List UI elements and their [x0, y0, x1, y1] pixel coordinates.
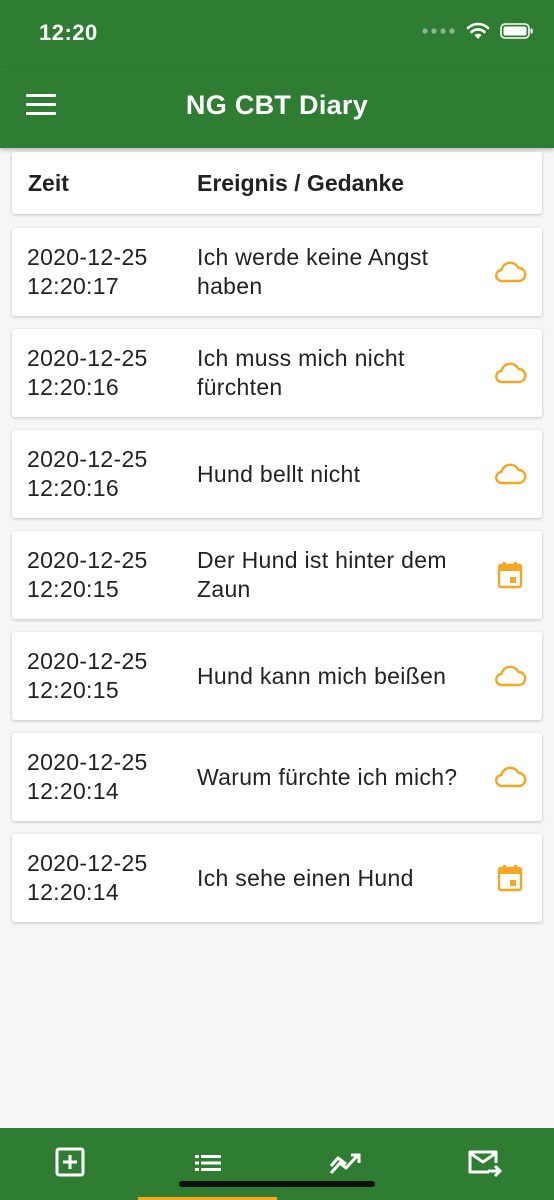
entry-text: Warum fürchte ich mich? — [197, 763, 458, 790]
entry-date: 2020-12-25 — [27, 446, 148, 472]
signal-icon — [422, 28, 455, 34]
entry-row[interactable]: 2020-12-25 12:20:17 Ich werde keine Angs… — [12, 228, 542, 316]
add-box-icon[interactable] — [50, 1146, 90, 1180]
app-title: NG CBT Diary — [185, 90, 369, 120]
entry-time: 12:20:15 — [27, 677, 119, 703]
entry-time: 12:20:16 — [27, 475, 119, 501]
calendar-icon — [497, 562, 523, 589]
status-time: 12:20 — [39, 20, 98, 45]
entry-datetime: 2020-12-25 12:20:16 — [27, 430, 148, 518]
entry-date: 2020-12-25 — [27, 244, 148, 270]
forward-mail-icon[interactable] — [464, 1146, 504, 1180]
entry-time: 12:20:15 — [27, 576, 119, 602]
entry-text: Ich sehe einen Hund — [197, 864, 414, 891]
entry-datetime: 2020-12-25 12:20:17 — [27, 228, 148, 316]
entry-row[interactable]: 2020-12-25 12:20:14 Ich sehe einen Hund — [12, 834, 542, 922]
cloud-icon — [495, 261, 527, 283]
entry-text: Der Hund ist hinter dem Zaun — [197, 547, 447, 602]
column-header-event: Ereignis / Gedanke — [197, 170, 405, 196]
entry-row[interactable]: 2020-12-25 12:20:16 Ich muss mich nicht … — [12, 329, 542, 417]
entry-time: 12:20:17 — [27, 273, 119, 299]
cloud-icon — [495, 362, 527, 384]
status-icons — [422, 22, 534, 40]
entry-datetime: 2020-12-25 12:20:16 — [27, 329, 148, 417]
entries-list: 2020-12-25 12:20:17 Ich werde keine Angs… — [12, 228, 542, 935]
entry-datetime: 2020-12-25 12:20:15 — [27, 531, 148, 619]
entry-datetime: 2020-12-25 12:20:14 — [27, 834, 148, 922]
trending-icon[interactable] — [326, 1146, 366, 1180]
entry-row[interactable]: 2020-12-25 12:20:14 Warum fürchte ich mi… — [12, 733, 542, 821]
entry-text: Ich muss mich nicht fürchten — [197, 345, 405, 400]
entry-date: 2020-12-25 — [27, 345, 148, 371]
column-header-time: Zeit — [28, 170, 69, 196]
entry-text: Ich werde keine Angst haben — [197, 244, 429, 299]
list-icon[interactable] — [188, 1146, 228, 1180]
app-bar: NG CBT Diary — [0, 68, 554, 148]
battery-icon — [500, 23, 533, 39]
bottom-navigation — [0, 1128, 554, 1200]
calendar-icon — [497, 865, 523, 892]
entry-row[interactable]: 2020-12-25 12:20:15 Hund kann mich beiße… — [12, 632, 542, 720]
entry-date: 2020-12-25 — [27, 850, 148, 876]
cloud-icon — [495, 463, 527, 485]
entry-date: 2020-12-25 — [27, 648, 148, 674]
cloud-icon — [495, 766, 527, 788]
entry-date: 2020-12-25 — [27, 547, 148, 573]
entry-time: 12:20:14 — [27, 879, 119, 905]
wifi-icon — [466, 22, 490, 39]
cloud-icon — [495, 665, 527, 687]
entry-time: 12:20:16 — [27, 374, 119, 400]
table-header: Zeit Ereignis / Gedanke — [12, 152, 542, 214]
entry-text: Hund kann mich beißen — [197, 662, 447, 689]
entry-time: 12:20:14 — [27, 778, 119, 804]
entry-datetime: 2020-12-25 12:20:14 — [27, 733, 148, 821]
entry-datetime: 2020-12-25 12:20:15 — [27, 632, 148, 720]
entry-date: 2020-12-25 — [27, 749, 148, 775]
entry-row[interactable]: 2020-12-25 12:20:15 Der Hund ist hinter … — [12, 531, 542, 619]
entry-text: Hund bellt nicht — [197, 460, 361, 487]
home-indicator[interactable] — [179, 1181, 375, 1187]
status-bar: 12:20 — [0, 0, 554, 68]
entry-row[interactable]: 2020-12-25 12:20:16 Hund bellt nicht — [12, 430, 542, 518]
